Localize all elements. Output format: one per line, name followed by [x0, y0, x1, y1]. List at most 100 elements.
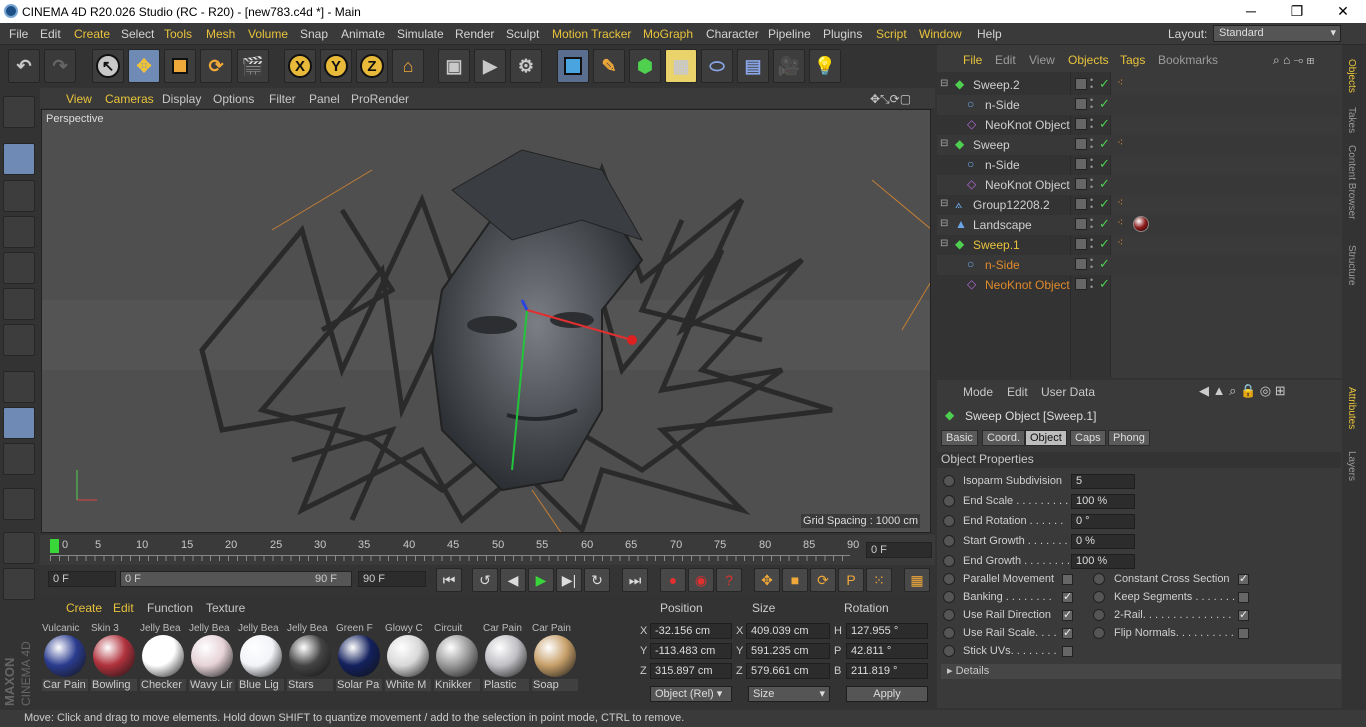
enabled-check-icon[interactable]: ✓ [1099, 116, 1110, 132]
enabled-check-icon[interactable]: ✓ [1099, 196, 1110, 212]
menu-file[interactable]: File [9, 27, 28, 41]
attr-menu-user-data[interactable]: User Data [1041, 385, 1095, 399]
material-swatch[interactable]: Jelly Bea Blue Lig [238, 623, 284, 693]
obj-menu-objects[interactable]: Objects [1068, 53, 1109, 67]
size-field[interactable]: 591.235 cm [746, 643, 830, 659]
model-mode-icon[interactable] [3, 143, 35, 175]
position-field[interactable]: -32.156 cm [650, 623, 732, 639]
animation-radio[interactable] [943, 627, 955, 639]
checkbox[interactable]: ✓ [1062, 592, 1073, 603]
sidetab-structure[interactable]: Structure [1346, 245, 1357, 286]
end-frame-field[interactable]: 90 F [358, 571, 426, 587]
menu-help[interactable]: Help [977, 27, 1002, 41]
enabled-check-icon[interactable]: ✓ [1099, 216, 1110, 232]
enabled-check-icon[interactable]: ✓ [1099, 276, 1110, 292]
magnet-icon[interactable] [3, 488, 35, 520]
obj-menu-file[interactable]: File [963, 53, 982, 67]
object-row[interactable]: ⊟ ▲ Landscape • • ✓ ⁖ [937, 215, 1341, 235]
material-swatch[interactable]: Car Pain Plastic [483, 623, 529, 693]
material-swatch[interactable]: Circuit Knikker [434, 623, 480, 693]
tab-basic[interactable]: Basic [941, 430, 978, 446]
property-field[interactable]: 0 ° [1071, 514, 1135, 529]
object-row[interactable]: ○ n-Side • • ✓ [937, 255, 1341, 275]
edges-mode-icon[interactable] [3, 288, 35, 320]
tweak-mode-icon[interactable] [3, 407, 35, 439]
material-swatch[interactable]: Jelly Bea Wavy Lir [189, 623, 235, 693]
axis-mode-icon[interactable] [3, 371, 35, 403]
attr-menu-edit[interactable]: Edit [1007, 385, 1028, 399]
render-region-icon[interactable]: ▣ [438, 49, 470, 83]
make-editable-icon[interactable] [3, 96, 35, 128]
redo-button[interactable]: ↷ [44, 49, 76, 83]
viewport-menu-panel[interactable]: Panel [309, 92, 340, 106]
menu-select[interactable]: Select [121, 27, 154, 41]
object-name[interactable]: NeoKnot Object [985, 278, 1070, 292]
layout-select[interactable]: Standard ▾ [1213, 25, 1341, 42]
sidetab-takes[interactable]: Takes [1346, 107, 1357, 133]
object-row[interactable]: ⊟ ◆ Sweep • • ✓ ⁖ [937, 135, 1341, 155]
next-key-button[interactable]: ↻ [584, 568, 610, 592]
object-row[interactable]: ◇ NeoKnot Object • • ✓ [937, 275, 1341, 295]
viewport-menu-cameras[interactable]: Cameras [105, 92, 154, 106]
object-name[interactable]: Landscape [973, 218, 1032, 232]
tag-icon[interactable]: ⁖ [1117, 76, 1123, 89]
sidetab-objects[interactable]: Objects [1346, 59, 1357, 93]
object-row[interactable]: ○ n-Side • • ✓ [937, 155, 1341, 175]
obj-menu-edit[interactable]: Edit [995, 53, 1016, 67]
viewport-menu-view[interactable]: View [66, 92, 92, 106]
property-field[interactable]: 0 % [1071, 534, 1135, 549]
expand-icon[interactable]: ⊟ [940, 138, 948, 149]
camera-icon[interactable]: 🎥 [773, 49, 805, 83]
visibility-dots-icon[interactable]: • • [1090, 96, 1093, 112]
layer-icon[interactable] [1075, 138, 1087, 150]
y-axis-button[interactable]: Y [320, 49, 352, 83]
position-field[interactable]: -113.483 cm [650, 643, 732, 659]
keyframe-selection-button[interactable]: ? [716, 568, 742, 592]
checkbox[interactable]: ✓ [1238, 610, 1249, 621]
object-row[interactable]: ⊟ ◆ Sweep.2 • • ✓ ⁖ [937, 75, 1341, 95]
menu-mesh[interactable]: Mesh [206, 27, 235, 41]
obj-search-icon[interactable]: ⌕ ⌂ ⊸ ⊞ [1273, 53, 1314, 68]
property-field[interactable]: 5 [1071, 474, 1135, 489]
layer-icon[interactable] [1075, 158, 1087, 170]
layer-icon[interactable] [1075, 118, 1087, 130]
key-pla-icon[interactable]: ⁙ [866, 568, 892, 592]
object-row[interactable]: ⊟ ⟑ Group12208.2 • • ✓ ⁖ [937, 195, 1341, 215]
layer-icon[interactable] [1075, 238, 1087, 250]
light-icon[interactable]: 💡 [809, 49, 841, 83]
checkbox[interactable] [1238, 592, 1249, 603]
animation-radio[interactable] [943, 573, 955, 585]
size-mode-select[interactable]: Size ▾ [748, 686, 830, 702]
mat-menu-create[interactable]: Create [66, 601, 102, 615]
close-button[interactable]: ✕ [1320, 0, 1366, 23]
layer-icon[interactable] [1075, 218, 1087, 230]
checkbox[interactable] [1238, 628, 1249, 639]
coordinate-system-icon[interactable]: ⌂ [392, 49, 424, 83]
layer-icon[interactable] [1075, 98, 1087, 110]
material-swatch[interactable]: Skin 3 Bowling [91, 623, 137, 693]
animation-radio[interactable] [943, 475, 955, 487]
expand-icon[interactable]: ⊟ [940, 238, 948, 249]
timeline-ruler[interactable]: 0 5 10 15 20 25 30 35 40 45 50 55 60 65 … [40, 535, 935, 565]
points-mode-icon[interactable] [3, 252, 35, 284]
viewport-menu-prorender[interactable]: ProRender [351, 92, 409, 106]
viewport-navigation-icon[interactable]: ✥⤡⟳▢ [870, 92, 911, 107]
animation-radio[interactable] [943, 591, 955, 603]
grid-icon[interactable] [3, 568, 35, 600]
play-button[interactable]: ▶ [528, 568, 554, 592]
visibility-dots-icon[interactable]: • • [1090, 216, 1093, 232]
visibility-dots-icon[interactable]: • • [1090, 76, 1093, 92]
layer-icon[interactable] [1075, 278, 1087, 290]
playhead[interactable] [50, 539, 59, 553]
animation-radio[interactable] [1093, 627, 1105, 639]
coordinate-mode-select[interactable]: Object (Rel) ▾ [650, 686, 732, 702]
material-swatch[interactable]: Car Pain Soap [532, 623, 578, 693]
object-name[interactable]: NeoKnot Object [985, 118, 1070, 132]
menu-character[interactable]: Character [706, 27, 759, 41]
subdivision-icon[interactable]: ⬢ [629, 49, 661, 83]
visibility-dots-icon[interactable]: • • [1090, 276, 1093, 292]
z-axis-button[interactable]: Z [356, 49, 388, 83]
visibility-dots-icon[interactable]: • • [1090, 136, 1093, 152]
object-row[interactable]: ◇ NeoKnot Object • • ✓ [937, 175, 1341, 195]
obj-menu-bookmarks[interactable]: Bookmarks [1158, 53, 1218, 67]
